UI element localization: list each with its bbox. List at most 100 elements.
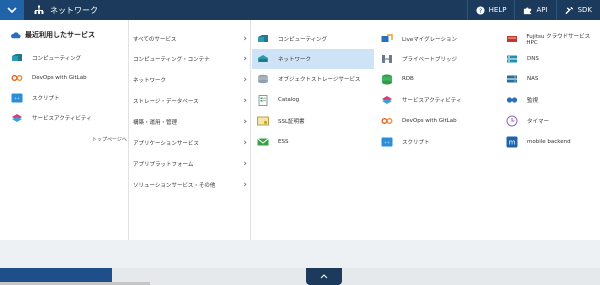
service-label: ネットワーク xyxy=(278,57,312,63)
category-item-platform[interactable]: アプリプラットフォーム › xyxy=(133,157,249,171)
category-item-operations[interactable]: 構築・運用・管理 › xyxy=(133,115,249,129)
chevron-up-icon xyxy=(320,274,328,279)
category-label: アプリケーションサービス xyxy=(133,141,199,147)
script-icon: ‹·› xyxy=(380,136,394,148)
svg-text:?: ? xyxy=(479,7,482,14)
service-hpc[interactable]: Fujitsu クラウドサービス HPC xyxy=(505,30,600,48)
service-network[interactable]: ネットワーク xyxy=(252,49,374,69)
service-label: RDB xyxy=(402,76,414,82)
script-icon: ‹·› xyxy=(10,92,24,104)
service-activity[interactable]: サービスアクティビティ xyxy=(380,91,498,109)
service-menu-panel: 最近利用したサービス コンピューティング DevOps with GitLab … xyxy=(0,20,600,240)
mail-icon xyxy=(256,136,270,148)
service-label: コンピューティング xyxy=(278,37,328,43)
service-label: DNS xyxy=(527,56,539,62)
svg-text:‹·›: ‹·› xyxy=(384,140,390,146)
category-item-application[interactable]: アプリケーションサービス › xyxy=(133,136,249,150)
service-label: NAS xyxy=(527,76,539,82)
service-monitor[interactable]: 監視 xyxy=(505,91,600,109)
service-nas[interactable]: NAS xyxy=(505,70,600,88)
service-label: Fujitsu クラウドサービス HPC xyxy=(526,34,591,46)
help-button[interactable]: ? HELP xyxy=(466,0,515,20)
chevron-down-icon xyxy=(7,7,17,14)
divider xyxy=(250,20,251,240)
collapse-menu-button[interactable] xyxy=(306,268,342,285)
service-script[interactable]: ‹·› スクリプト xyxy=(380,133,498,151)
service-label: Liveマイグレーション xyxy=(402,37,458,43)
service-devops[interactable]: DevOps with GitLab xyxy=(380,112,498,130)
service-ssl[interactable]: SSL証明書 xyxy=(252,112,374,130)
category-item-all[interactable]: すべてのサービス › xyxy=(133,32,249,46)
help-icon: ? xyxy=(476,5,485,14)
service-label: 監視 xyxy=(527,98,539,104)
activity-icon xyxy=(380,94,394,106)
chevron-right-icon: › xyxy=(243,75,247,85)
recent-services: 最近利用したサービス コンピューティング DevOps with GitLab … xyxy=(0,20,128,240)
catalog-icon xyxy=(256,94,270,106)
devops-icon xyxy=(10,72,24,84)
service-label: SSL証明書 xyxy=(278,119,305,125)
service-label: mobile backend xyxy=(527,139,571,145)
service-label: ESS xyxy=(278,139,289,145)
service-ess[interactable]: ESS xyxy=(252,133,374,151)
api-button[interactable]: API xyxy=(514,0,555,20)
recent-item-label: スクリプト xyxy=(32,96,60,102)
monitor-icon xyxy=(505,94,519,106)
service-object-storage[interactable]: オブジェクトストレージサービス xyxy=(252,70,374,88)
ssl-icon xyxy=(256,115,270,127)
sdk-button[interactable]: SDK xyxy=(555,0,600,20)
cloud-icon xyxy=(10,32,21,39)
chevron-right-icon: › xyxy=(243,54,247,64)
service-compute[interactable]: コンピューティング xyxy=(252,30,374,48)
recent-services-heading: 最近利用したサービス xyxy=(10,30,95,40)
svg-text:m: m xyxy=(509,139,516,147)
section-title: ネットワーク xyxy=(50,5,98,15)
recent-item-label: コンピューティング xyxy=(32,56,82,62)
activity-icon xyxy=(10,112,24,124)
chevron-right-icon: › xyxy=(243,138,247,148)
top-bar: ネットワーク ? HELP API SDK xyxy=(0,0,600,20)
service-label: スクリプト xyxy=(402,140,430,146)
timer-icon xyxy=(505,115,519,127)
service-label: DevOps with GitLab xyxy=(402,118,457,124)
service-label: タイマー xyxy=(527,119,550,125)
recent-item-activity[interactable]: サービスアクティビティ xyxy=(10,111,92,125)
dns-icon xyxy=(505,53,519,65)
service-label: オブジェクトストレージサービス xyxy=(278,77,361,83)
top-page-link[interactable]: トップページへ xyxy=(92,136,127,143)
recent-item-devops[interactable]: DevOps with GitLab xyxy=(10,71,87,85)
service-timer[interactable]: タイマー xyxy=(505,112,600,130)
category-item-storage[interactable]: ストレージ・データベース › xyxy=(133,94,249,108)
service-private-bridge[interactable]: プライベートブリッジ xyxy=(380,50,498,68)
category-item-solutions[interactable]: ソリューションサービス・その他 › xyxy=(133,178,249,192)
chevron-right-icon: › xyxy=(243,34,247,44)
recent-item-script[interactable]: ‹·› スクリプト xyxy=(10,91,60,105)
current-section[interactable]: ネットワーク xyxy=(34,0,98,20)
chevron-right-icon: › xyxy=(243,96,247,106)
category-item-network[interactable]: ネットワーク › xyxy=(133,73,249,87)
recent-services-title: 最近利用したサービス xyxy=(25,31,95,39)
chevron-right-icon: › xyxy=(243,117,247,127)
service-label: Catalog xyxy=(278,97,300,103)
chevron-right-icon: › xyxy=(243,159,247,169)
puzzle-icon xyxy=(524,7,532,14)
storage-icon xyxy=(256,73,270,85)
recent-item-label: DevOps with GitLab xyxy=(32,75,87,81)
service-live-migration[interactable]: Liveマイグレーション xyxy=(380,30,498,48)
help-label: HELP xyxy=(488,6,507,14)
tools-icon xyxy=(564,6,573,14)
menu-toggle-button[interactable] xyxy=(0,0,24,20)
recent-item-label: サービスアクティビティ xyxy=(32,116,92,122)
category-item-compute[interactable]: コンピューティング・コンテナ › xyxy=(133,52,249,66)
service-dns[interactable]: DNS xyxy=(505,50,600,68)
recent-item-compute[interactable]: コンピューティング xyxy=(10,51,81,65)
hpc-icon xyxy=(505,33,518,45)
service-mobile-backend[interactable]: m mobile backend xyxy=(505,133,600,151)
category-label: ソリューションサービス・その他 xyxy=(133,183,216,189)
category-label: すべてのサービス xyxy=(133,37,177,43)
service-rdb[interactable]: RDB xyxy=(380,70,498,88)
category-label: ネットワーク xyxy=(133,78,167,84)
network-icon xyxy=(256,53,270,65)
service-catalog[interactable]: Catalog xyxy=(252,91,374,109)
devops-icon xyxy=(380,115,394,127)
